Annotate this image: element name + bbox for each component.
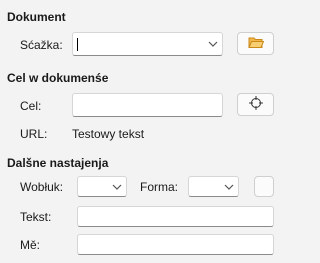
name-label: Mě: — [20, 238, 41, 252]
form-combobox[interactable] — [188, 176, 239, 197]
name-input[interactable] — [77, 234, 274, 255]
chevron-down-icon[interactable] — [108, 177, 126, 196]
frame-combobox[interactable] — [77, 176, 127, 197]
chevron-down-icon[interactable] — [220, 177, 238, 196]
events-button[interactable] — [254, 176, 274, 197]
url-label: URL: — [20, 127, 48, 141]
target-label: Cel: — [20, 99, 42, 113]
frame-label: Wobłuk: — [20, 180, 64, 194]
text-input[interactable] — [77, 206, 274, 227]
target-in-document-button[interactable] — [237, 93, 274, 116]
text-label: Tekst: — [20, 210, 52, 224]
further-settings-heading: Dalšne nastajenja — [7, 156, 109, 170]
text-caret — [77, 38, 78, 51]
document-heading: Dokument — [7, 10, 66, 24]
path-label: Sćažka: — [20, 38, 63, 52]
url-value: Testowy tekst — [72, 127, 145, 141]
form-label: Forma: — [140, 180, 179, 194]
target-input[interactable] — [72, 93, 223, 117]
folder-open-icon — [247, 36, 264, 52]
target-heading: Cel w dokumenśe — [7, 71, 109, 85]
open-file-button[interactable] — [237, 32, 274, 55]
path-combobox[interactable] — [72, 32, 223, 56]
target-crosshair-icon — [248, 95, 264, 114]
chevron-down-icon[interactable] — [204, 33, 222, 55]
